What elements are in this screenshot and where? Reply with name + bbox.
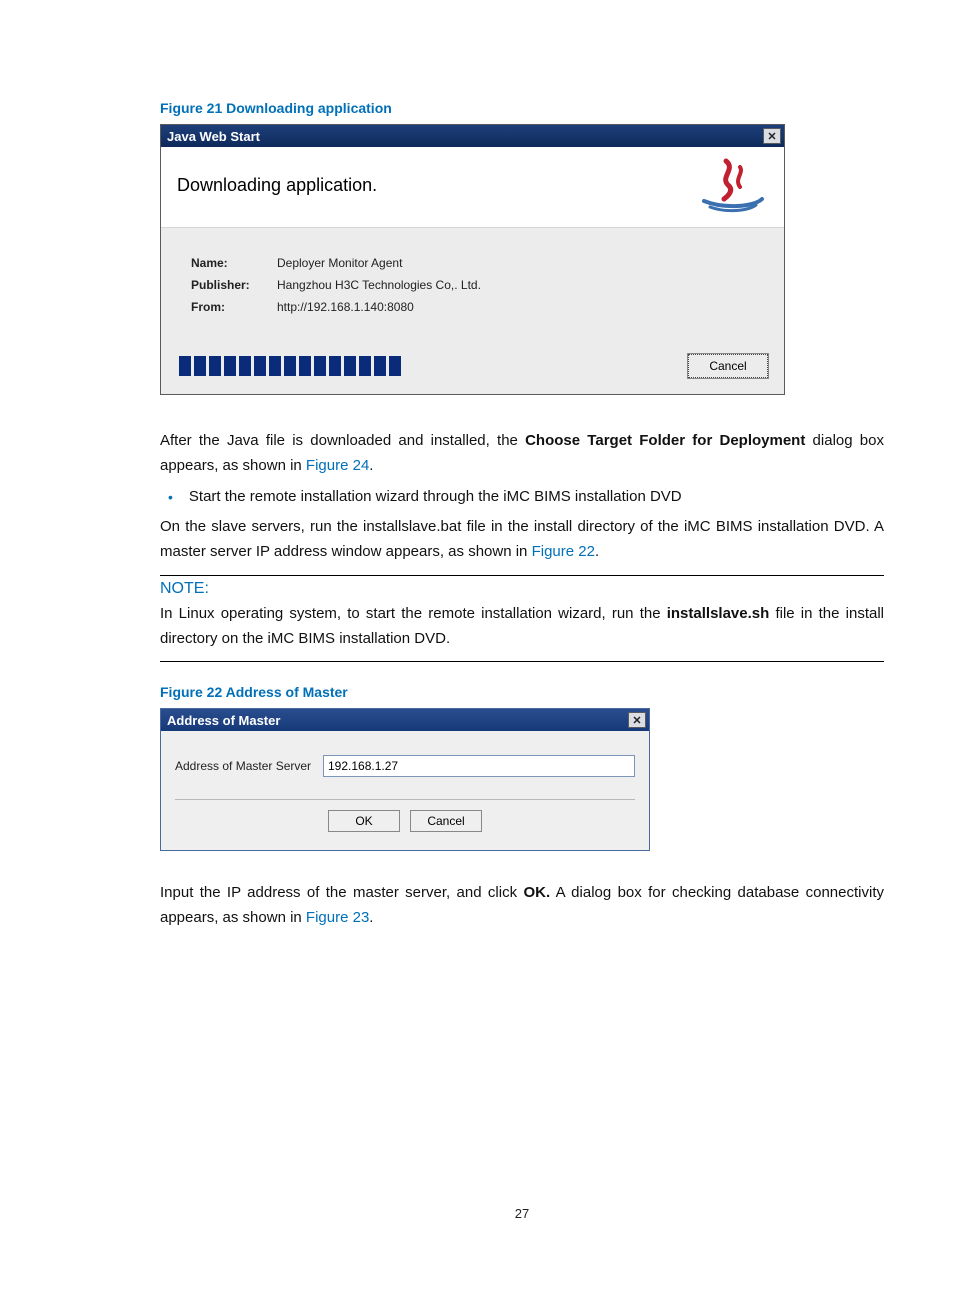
dialog-title: Java Web Start bbox=[167, 129, 260, 144]
java-logo-icon bbox=[684, 157, 774, 213]
figure21-caption: Figure 21 Downloading application bbox=[160, 100, 884, 116]
paragraph-input-ip: Input the IP address of the master serve… bbox=[160, 881, 884, 931]
master-address-input[interactable] bbox=[323, 755, 635, 777]
paragraph-slave-servers: On the slave servers, run the installsla… bbox=[160, 515, 884, 565]
bullet-icon: • bbox=[168, 489, 173, 505]
dialog-titlebar: Java Web Start ✕ bbox=[161, 125, 784, 147]
download-heading: Downloading application. bbox=[177, 175, 377, 196]
figure23-link[interactable]: Figure 23 bbox=[306, 909, 369, 926]
dialog-body: Name: Deployer Monitor Agent Publisher: … bbox=[161, 227, 784, 342]
figure22-link[interactable]: Figure 22 bbox=[532, 543, 595, 560]
name-value: Deployer Monitor Agent bbox=[277, 256, 402, 270]
close-icon[interactable]: ✕ bbox=[628, 712, 646, 728]
bullet-text: Start the remote installation wizard thr… bbox=[189, 485, 682, 510]
master-address-label: Address of Master Server bbox=[175, 759, 323, 773]
cancel-button[interactable]: Cancel bbox=[410, 810, 482, 832]
dialog-body: Address of Master Server OK Cancel bbox=[161, 731, 649, 850]
bullet-item: • Start the remote installation wizard t… bbox=[160, 485, 884, 510]
from-value: http://192.168.1.140:8080 bbox=[277, 300, 414, 314]
page-number: 27 bbox=[160, 1206, 884, 1221]
dialog-header: Downloading application. bbox=[161, 147, 784, 227]
master-address-row: Address of Master Server bbox=[175, 755, 635, 777]
name-label: Name: bbox=[191, 256, 277, 270]
progress-bar bbox=[179, 356, 404, 376]
dialog-footer: Cancel bbox=[161, 342, 784, 394]
publisher-label: Publisher: bbox=[191, 278, 277, 292]
from-label: From: bbox=[191, 300, 277, 314]
note-text: In Linux operating system, to start the … bbox=[160, 602, 884, 652]
paragraph-after-download: After the Java file is downloaded and in… bbox=[160, 429, 884, 479]
address-of-master-dialog: Address of Master ✕ Address of Master Se… bbox=[160, 708, 650, 851]
dialog-title: Address of Master bbox=[167, 713, 280, 728]
note-heading: NOTE: bbox=[160, 580, 884, 598]
info-row-name: Name: Deployer Monitor Agent bbox=[191, 256, 760, 270]
figure22-caption: Figure 22 Address of Master bbox=[160, 684, 884, 700]
ok-button[interactable]: OK bbox=[328, 810, 400, 832]
dialog-titlebar: Address of Master ✕ bbox=[161, 709, 649, 731]
java-web-start-dialog: Java Web Start ✕ Downloading application… bbox=[160, 124, 785, 395]
info-row-publisher: Publisher: Hangzhou H3C Technologies Co,… bbox=[191, 278, 760, 292]
divider bbox=[160, 661, 884, 662]
divider bbox=[160, 575, 884, 576]
close-icon[interactable]: ✕ bbox=[763, 128, 781, 144]
cancel-button[interactable]: Cancel bbox=[688, 354, 768, 378]
info-row-from: From: http://192.168.1.140:8080 bbox=[191, 300, 760, 314]
publisher-value: Hangzhou H3C Technologies Co,. Ltd. bbox=[277, 278, 481, 292]
figure24-link[interactable]: Figure 24 bbox=[306, 457, 369, 474]
